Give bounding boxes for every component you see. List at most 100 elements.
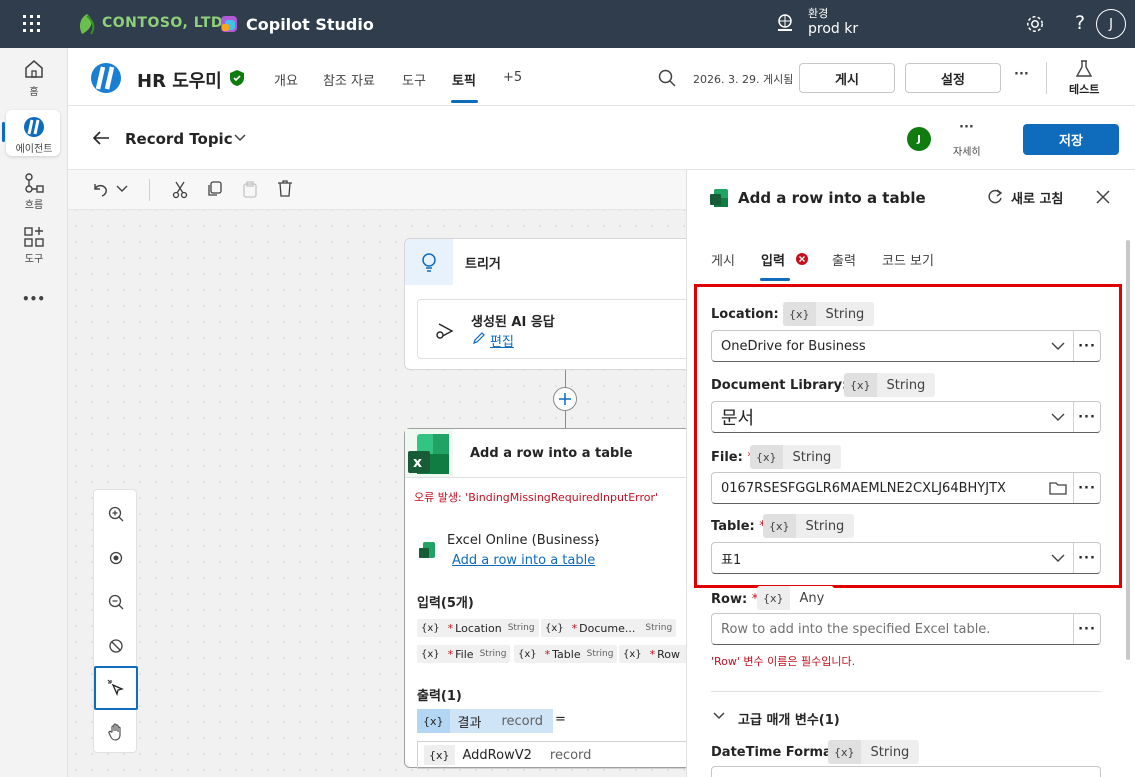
zoom-out-icon[interactable] — [94, 580, 138, 624]
verified-shield-icon — [229, 69, 245, 87]
document-library-type-chip: {x} String — [844, 373, 936, 397]
panel-tab-publish[interactable]: 게시 — [711, 250, 735, 269]
details-label[interactable]: 자세히 — [953, 143, 981, 158]
delete-icon[interactable] — [277, 180, 293, 197]
cut-icon[interactable] — [172, 181, 188, 199]
flow-icon — [25, 173, 44, 193]
contoso-logo-icon — [76, 12, 98, 36]
more-options-icon[interactable]: ··· — [1014, 67, 1029, 82]
inputs-title: 입력(5개) — [417, 596, 474, 611]
save-button[interactable]: 저장 — [1023, 124, 1119, 155]
panel-divider — [711, 691, 1101, 692]
tab-topics[interactable]: 토픽 — [452, 70, 476, 89]
trigger-node[interactable]: 트리거 생성된 AI 응답 편집 — [404, 238, 707, 370]
input-chip-document: {x} * Docume... String — [541, 619, 677, 637]
folder-icon[interactable] — [1043, 480, 1073, 496]
table-dropdown[interactable]: 표1 ··· — [711, 542, 1101, 574]
output-assignment-field[interactable]: {x} AddRowV2 record — [417, 741, 705, 769]
connector-dash: - — [595, 533, 600, 548]
row-input[interactable]: Row to add into the specified Excel tabl… — [711, 613, 1101, 645]
action-error-message: 오류 발생: 'BindingMissingRequiredInputError… — [414, 491, 659, 504]
help-icon[interactable]: ? — [1075, 12, 1085, 34]
add-node-button[interactable] — [553, 387, 577, 411]
action-node[interactable]: x Add a row into a table 오류 발생: 'Binding… — [404, 428, 705, 769]
file-more-icon[interactable]: ··· — [1074, 481, 1100, 496]
excel-icon: x — [407, 431, 451, 477]
copy-icon[interactable] — [206, 181, 222, 197]
datetime-format-label: DateTime Format: — [711, 745, 844, 760]
home-icon — [25, 60, 43, 78]
action-divider — [405, 477, 705, 478]
environment-name[interactable]: prod kr — [808, 21, 858, 37]
edit-pencil-icon[interactable] — [472, 331, 486, 345]
back-arrow-icon[interactable] — [92, 130, 110, 146]
rail-home[interactable]: 홈 — [6, 58, 62, 98]
advanced-parameters-toggle[interactable]: 고급 매개 변수(1) — [738, 709, 840, 728]
tab-overview[interactable]: 개요 — [274, 70, 298, 89]
chevron-down-icon[interactable] — [234, 134, 246, 142]
refresh-button[interactable]: 새로 고침 — [1011, 188, 1063, 207]
test-label[interactable]: 테스트 — [1069, 81, 1099, 97]
tab-more[interactable]: +5 — [503, 70, 522, 85]
close-icon[interactable] — [1096, 190, 1110, 204]
row-type-chip: {x} Any — [757, 586, 835, 610]
user-avatar[interactable]: J — [1096, 9, 1126, 39]
paste-icon — [242, 181, 258, 198]
header-divider — [1046, 62, 1047, 94]
location-more-icon[interactable]: ··· — [1074, 339, 1100, 354]
org-name: CONTOSO, LTD. — [102, 15, 229, 31]
trigger-item-card[interactable] — [417, 299, 707, 359]
datetime-format-input[interactable] — [711, 766, 1101, 777]
undo-icon[interactable] — [92, 181, 108, 197]
zoom-in-icon[interactable] — [94, 492, 138, 536]
rail-more-icon[interactable]: ••• — [22, 292, 45, 306]
action-title: Add a row into a table — [470, 446, 633, 461]
settings-gear-icon[interactable] — [1025, 14, 1045, 34]
test-beaker-icon[interactable] — [1076, 60, 1092, 78]
search-icon[interactable] — [658, 69, 676, 87]
output-equals: = — [555, 712, 566, 727]
datetime-type-chip: {x} String — [828, 740, 920, 764]
rail-flows[interactable]: 흐름 — [6, 172, 62, 211]
agent-name: HR 도우미 — [137, 71, 222, 92]
tab-knowledge[interactable]: 참조 자료 — [323, 70, 375, 89]
panel-tab-inputs[interactable]: 입력 — [761, 250, 785, 269]
document-library-more-icon[interactable]: ··· — [1074, 410, 1100, 425]
collaborator-avatar[interactable]: J — [907, 127, 931, 151]
file-type-chip: {x} String — [750, 445, 842, 469]
panel-tab-outputs[interactable]: 출력 — [832, 250, 856, 269]
publish-button[interactable]: 게시 — [799, 63, 895, 93]
trigger-edit-link[interactable]: 편집 — [490, 331, 514, 350]
rail-agents[interactable]: 에이전트 — [6, 116, 62, 155]
action-link[interactable]: Add a row into a table — [452, 553, 595, 568]
outputs-title: 출력(1) — [417, 689, 462, 704]
rail-tools-label: 도구 — [24, 254, 44, 265]
environment-icon[interactable] — [776, 12, 794, 34]
advanced-chevron-icon[interactable] — [713, 712, 725, 720]
chevron-down-icon — [1051, 554, 1065, 562]
refresh-icon[interactable] — [987, 189, 1003, 205]
chevron-down-icon — [1051, 342, 1065, 350]
location-dropdown[interactable]: OneDrive for Business ··· — [711, 330, 1101, 362]
recenter-icon[interactable] — [94, 536, 138, 580]
panel-scrollbar[interactable] — [1126, 240, 1130, 660]
details-more-icon[interactable]: ··· — [959, 120, 974, 135]
rail-tools[interactable]: 도구 — [6, 226, 62, 265]
settings-button[interactable]: 설정 — [905, 63, 1001, 93]
location-label: Location: * — [711, 307, 790, 322]
output-variable-chip[interactable]: {x} 결과 record — [417, 709, 553, 733]
app-launcher-icon[interactable] — [22, 14, 42, 34]
minimap-toggle-icon[interactable] — [94, 624, 138, 668]
tab-tools[interactable]: 도구 — [402, 70, 426, 89]
panel-tab-code-view[interactable]: 코드 보기 — [882, 250, 934, 269]
table-more-icon[interactable]: ··· — [1074, 551, 1100, 566]
select-pointer-icon[interactable] — [94, 666, 138, 710]
app-title: Copilot Studio — [246, 15, 374, 34]
plus-icon — [559, 393, 571, 405]
document-library-dropdown[interactable]: 문서 ··· — [711, 401, 1101, 433]
undo-chevron-icon[interactable] — [116, 185, 128, 193]
topic-name[interactable]: Record Topic — [125, 130, 233, 148]
pan-hand-icon[interactable] — [94, 710, 138, 754]
file-input[interactable]: 0167RSESFGGLR6MAEMLNE2CXLJ64BHYJTX ··· — [711, 472, 1101, 504]
row-more-icon[interactable]: ··· — [1074, 622, 1100, 637]
